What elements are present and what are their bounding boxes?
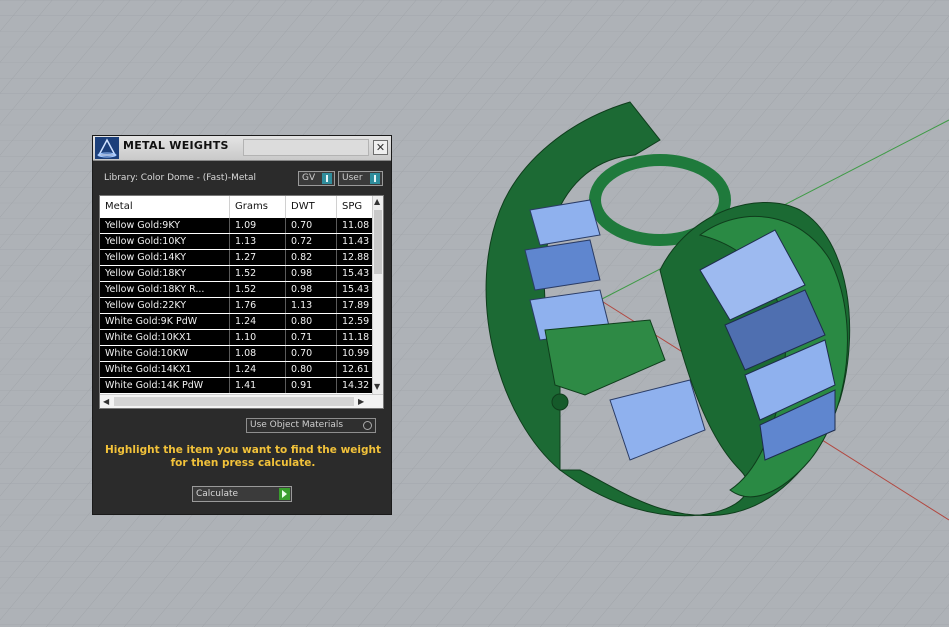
table-row[interactable]: White Gold:10KW 1.08 0.70 10.99: [100, 346, 377, 361]
gv-toggle-label: GV: [302, 173, 316, 183]
cell-dwt: 0.98: [286, 266, 337, 281]
cell-metal: Yellow Gold:22KY: [100, 298, 230, 313]
cell-metal: Yellow Gold:18KY: [100, 266, 230, 281]
cell-dwt: 0.91: [286, 378, 337, 393]
calculate-label: Calculate: [196, 489, 239, 499]
use-object-materials-label: Use Object Materials: [250, 420, 344, 430]
cell-metal: White Gold:14K PdW: [100, 378, 230, 393]
horizontal-scroll-thumb[interactable]: [114, 397, 354, 406]
titlebar-spacer: [243, 139, 369, 156]
cell-spg: 11.08: [337, 218, 377, 233]
use-object-materials-toggle[interactable]: Use Object Materials: [246, 418, 376, 433]
cell-spg: 15.43: [337, 282, 377, 297]
cell-dwt: 0.72: [286, 234, 337, 249]
cell-grams: 1.52: [230, 266, 286, 281]
cell-grams: 1.52: [230, 282, 286, 297]
cell-spg: 12.61: [337, 362, 377, 377]
cell-metal: Yellow Gold:9KY: [100, 218, 230, 233]
table-row[interactable]: Yellow Gold:10KY 1.13 0.72 11.43: [100, 234, 377, 249]
scroll-left-icon[interactable]: ◀: [103, 397, 109, 406]
cell-dwt: 0.98: [286, 282, 337, 297]
metal-weights-panel: METAL WEIGHTS ✕ Library: Color Dome - (F…: [92, 135, 392, 515]
cell-dwt: 0.80: [286, 362, 337, 377]
column-header-dwt[interactable]: DWT: [286, 196, 337, 218]
panel-titlebar[interactable]: METAL WEIGHTS ✕: [93, 136, 391, 161]
user-toggle-label: User: [342, 173, 363, 183]
scroll-right-icon[interactable]: ▶: [358, 397, 364, 406]
cell-metal: White Gold:9K PdW: [100, 314, 230, 329]
metal-table[interactable]: Metal Grams DWT SPG Yellow Gold:9KY 1.09 0…: [99, 195, 384, 409]
instructions-text: Highlight the item you want to find the …: [105, 444, 381, 469]
cell-spg: 17.89: [337, 298, 377, 313]
table-header: Metal Grams DWT SPG: [100, 196, 377, 218]
table-row[interactable]: Yellow Gold:22KY 1.76 1.13 17.89: [100, 298, 377, 313]
cell-metal: Yellow Gold:18KY R...: [100, 282, 230, 297]
close-button[interactable]: ✕: [373, 140, 388, 155]
toggle-switch-icon: [370, 173, 380, 184]
vertical-scroll-thumb[interactable]: [374, 210, 382, 274]
cell-spg: 11.43: [337, 234, 377, 249]
cell-spg: 10.99: [337, 346, 377, 361]
cell-spg: 15.43: [337, 266, 377, 281]
cell-grams: 1.10: [230, 330, 286, 345]
gv-toggle[interactable]: GV: [298, 171, 335, 186]
cell-dwt: 0.80: [286, 314, 337, 329]
cell-spg: 12.59: [337, 314, 377, 329]
cell-metal: Yellow Gold:14KY: [100, 250, 230, 265]
cell-grams: 1.41: [230, 378, 286, 393]
close-icon: ✕: [375, 141, 386, 154]
cell-grams: 1.13: [230, 234, 286, 249]
vertical-scrollbar[interactable]: ▲ ▼: [372, 196, 383, 394]
table-row[interactable]: Yellow Gold:18KY R... 1.52 0.98 15.43: [100, 282, 377, 297]
cell-grams: 1.24: [230, 314, 286, 329]
cell-grams: 1.27: [230, 250, 286, 265]
cell-dwt: 0.71: [286, 330, 337, 345]
cell-metal: White Gold:10KW: [100, 346, 230, 361]
column-header-metal[interactable]: Metal: [100, 196, 230, 218]
cell-spg: 14.32: [337, 378, 377, 393]
table-row[interactable]: Yellow Gold:14KY 1.27 0.82 12.88: [100, 250, 377, 265]
cell-dwt: 1.13: [286, 298, 337, 313]
cell-dwt: 0.82: [286, 250, 337, 265]
scroll-up-icon[interactable]: ▲: [374, 197, 380, 206]
table-row[interactable]: White Gold:10KX1 1.10 0.71 11.18: [100, 330, 377, 345]
app-logo-icon: [95, 137, 119, 159]
cell-grams: 1.24: [230, 362, 286, 377]
library-label: Library: Color Dome - (Fast)-Metal: [104, 173, 256, 183]
scroll-down-icon[interactable]: ▼: [374, 382, 380, 391]
column-header-grams[interactable]: Grams: [230, 196, 286, 218]
cell-metal: White Gold:10KX1: [100, 330, 230, 345]
table-row[interactable]: White Gold:14KX1 1.24 0.80 12.61: [100, 362, 377, 377]
horizontal-scrollbar[interactable]: ◀ ▶: [100, 394, 383, 408]
table-row[interactable]: White Gold:9K PdW 1.24 0.80 12.59: [100, 314, 377, 329]
cell-grams: 1.09: [230, 218, 286, 233]
column-header-spg[interactable]: SPG: [337, 196, 377, 218]
table-row[interactable]: Yellow Gold:18KY 1.52 0.98 15.43: [100, 266, 377, 281]
cell-dwt: 0.70: [286, 346, 337, 361]
table-row[interactable]: Yellow Gold:9KY 1.09 0.70 11.08: [100, 218, 377, 233]
cell-spg: 12.88: [337, 250, 377, 265]
radio-icon: [363, 421, 372, 430]
user-toggle[interactable]: User: [338, 171, 383, 186]
cell-spg: 11.18: [337, 330, 377, 345]
table-row[interactable]: White Gold:14K PdW 1.41 0.91 14.32: [100, 378, 377, 393]
calculate-button[interactable]: Calculate: [192, 486, 292, 502]
panel-title: METAL WEIGHTS: [123, 139, 229, 152]
cell-metal: Yellow Gold:10KY: [100, 234, 230, 249]
cell-grams: 1.08: [230, 346, 286, 361]
cell-metal: White Gold:14KX1: [100, 362, 230, 377]
cell-dwt: 0.70: [286, 218, 337, 233]
toggle-switch-icon: [322, 173, 332, 184]
play-arrow-icon: [279, 488, 290, 500]
cell-grams: 1.76: [230, 298, 286, 313]
